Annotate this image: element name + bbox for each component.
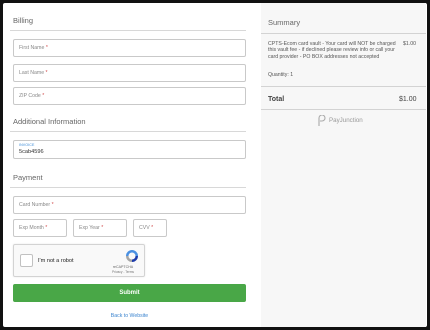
required-mark: * — [42, 93, 45, 99]
card-number-label: Card Number — [19, 202, 51, 208]
back-to-website-link[interactable]: Back to Website — [13, 313, 246, 319]
summary-panel: Summary CPTS-Ecom card vault - Your card… — [261, 3, 426, 327]
summary-divider — [261, 33, 426, 34]
exp-month-field[interactable]: Exp Month * — [13, 219, 67, 237]
checkout-window: Billing First Name * Last Name * ZIP Cod… — [3, 3, 427, 327]
invoice-label: Invoice — [19, 143, 35, 147]
total-divider-top — [261, 86, 426, 87]
item-quantity: Quantity: 1 — [268, 72, 294, 78]
card-number-field[interactable]: Card Number * — [13, 196, 246, 214]
total-value: $1.00 — [399, 96, 417, 103]
total-label: Total — [268, 96, 285, 103]
payjunction-icon — [318, 115, 326, 126]
zip-code-label: ZIP Code — [19, 93, 41, 99]
required-mark: * — [51, 202, 54, 208]
first-name-field[interactable]: First Name * — [13, 39, 246, 57]
total-divider-bottom — [261, 109, 426, 110]
exp-year-label: Exp Year — [79, 225, 100, 231]
last-name-field[interactable]: Last Name * — [13, 64, 246, 82]
last-name-label: Last Name — [19, 70, 45, 76]
additional-info-heading: Additional Information — [13, 117, 86, 126]
cvv-field[interactable]: CVV * — [133, 219, 167, 237]
last-name-placeholder: Last Name * — [19, 70, 48, 76]
recaptcha-label: I'm not a robot — [38, 258, 74, 264]
required-mark: * — [101, 225, 104, 231]
payment-heading: Payment — [13, 173, 43, 182]
additional-divider — [10, 131, 246, 132]
cvv-placeholder: CVV * — [139, 225, 153, 231]
billing-divider — [10, 30, 246, 31]
item-price: $1.00 — [403, 41, 416, 47]
recaptcha-widget: I'm not a robot reCAPTCHA Privacy - Term… — [13, 244, 145, 277]
first-name-label: First Name — [19, 45, 45, 51]
exp-month-placeholder: Exp Month * — [19, 225, 47, 231]
cvv-label: CVV — [139, 225, 150, 231]
invoice-field[interactable]: Invoice 5cab4596 — [13, 140, 246, 159]
recaptcha-privacy-terms-link[interactable]: Privacy - Terms — [108, 270, 138, 274]
recaptcha-checkbox[interactable] — [20, 254, 33, 267]
payjunction-text: PayJunction — [329, 117, 363, 124]
required-mark: * — [45, 45, 48, 51]
payment-divider — [10, 187, 246, 188]
card-number-placeholder: Card Number * — [19, 202, 54, 208]
zip-code-field[interactable]: ZIP Code * — [13, 87, 246, 105]
first-name-placeholder: First Name * — [19, 45, 48, 51]
item-description: CPTS-Ecom card vault - Your card will NO… — [268, 41, 396, 60]
recaptcha-logo-icon — [126, 250, 138, 262]
zip-code-placeholder: ZIP Code * — [19, 93, 44, 99]
exp-year-placeholder: Exp Year * — [79, 225, 103, 231]
billing-heading: Billing — [13, 16, 34, 25]
summary-heading: Summary — [268, 18, 301, 27]
recaptcha-brand: reCAPTCHA — [112, 265, 134, 269]
exp-month-label: Exp Month — [19, 225, 44, 231]
exp-year-field[interactable]: Exp Year * — [73, 219, 127, 237]
submit-button[interactable]: Submit — [13, 284, 246, 302]
required-mark: * — [151, 225, 154, 231]
invoice-value: 5cab4596 — [19, 149, 44, 155]
required-mark: * — [45, 225, 48, 231]
required-mark: * — [45, 70, 48, 76]
